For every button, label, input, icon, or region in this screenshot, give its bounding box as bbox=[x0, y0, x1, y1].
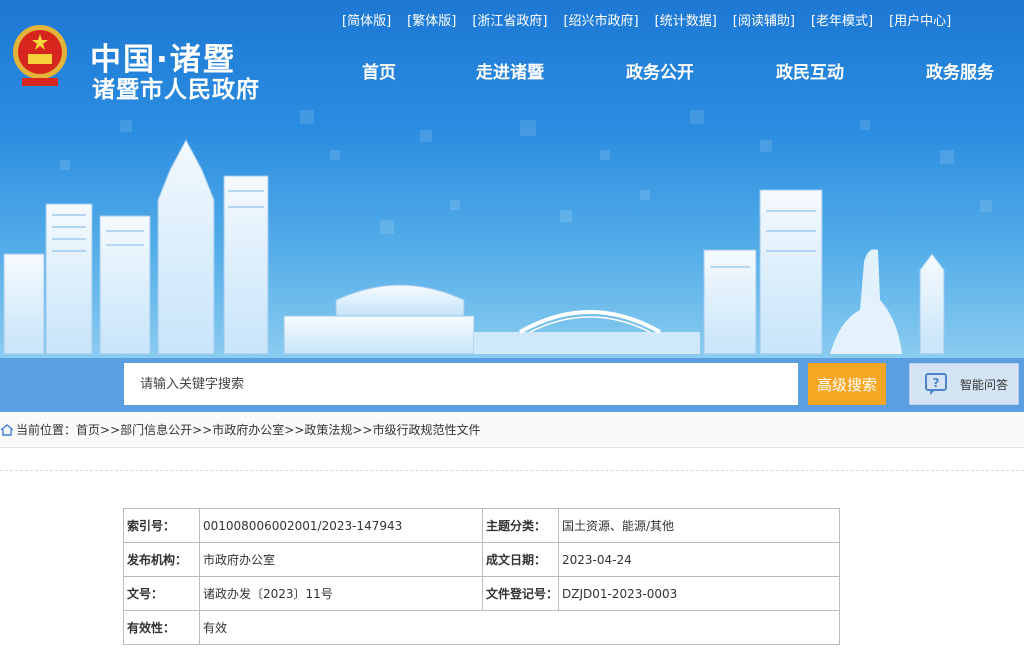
link-user-center[interactable]: [用户中心] bbox=[889, 10, 951, 29]
top-links: [简体版] [繁体版] [浙江省政府] [绍兴市政府] [统计数据] [阅读辅助… bbox=[342, 10, 967, 29]
breadcrumb-gov-office[interactable]: 市政府办公室 bbox=[212, 421, 284, 438]
smart-qa-button[interactable]: ? 智能问答 bbox=[909, 363, 1019, 405]
smart-qa-label: 智能问答 bbox=[960, 377, 1009, 392]
nav-gov-affairs-open[interactable]: 政务公开 bbox=[626, 58, 694, 83]
nav-about-zhuji[interactable]: 走进诸暨 bbox=[476, 58, 544, 83]
breadcrumb-normative-docs[interactable]: 市级行政规范性文件 bbox=[373, 421, 481, 438]
breadcrumb-separator: >> bbox=[352, 422, 373, 437]
header-banner: 中国·诸暨 诸暨市人民政府 [简体版] [繁体版] [浙江省政府] [绍兴市政府… bbox=[0, 0, 1024, 360]
site-logo[interactable]: 中国·诸暨 诸暨市人民政府 bbox=[8, 18, 268, 103]
link-zhejiang-gov[interactable]: [浙江省政府] bbox=[472, 10, 547, 29]
main-nav: 首页 走进诸暨 政务公开 政民互动 政务服务 bbox=[330, 58, 1024, 83]
date-label: 成文日期： bbox=[481, 542, 560, 577]
breadcrumb: 当前位置： 首页 >> 部门信息公开 >> 市政府办公室 >> 政策法规 >> … bbox=[0, 412, 1024, 448]
validity-label: 有效性： bbox=[123, 610, 200, 645]
advanced-search-button[interactable]: 高级搜索 bbox=[808, 363, 886, 405]
chat-question-icon: ? bbox=[925, 373, 947, 395]
document-info-table: 索引号： 001008006002001/2023-147943 主题分类： 国… bbox=[123, 508, 840, 645]
registration-label: 文件登记号： bbox=[481, 576, 560, 611]
publisher-label: 发布机构： bbox=[123, 542, 200, 577]
index-value: 001008006002001/2023-147943 bbox=[199, 508, 483, 543]
link-reading-aid[interactable]: [阅读辅助] bbox=[733, 10, 795, 29]
link-elder-mode[interactable]: [老年模式] bbox=[811, 10, 873, 29]
national-emblem-icon bbox=[13, 25, 67, 86]
table-row: 索引号： 001008006002001/2023-147943 主题分类： 国… bbox=[123, 508, 840, 543]
nav-gov-services[interactable]: 政务服务 bbox=[926, 58, 994, 83]
index-label: 索引号： bbox=[123, 508, 200, 543]
table-row: 文号： 诸政办发〔2023〕11号 文件登记号： DZJD01-2023-000… bbox=[123, 576, 840, 611]
site-subtitle: 诸暨市人民政府 bbox=[92, 77, 260, 103]
link-traditional[interactable]: [繁体版] bbox=[407, 10, 456, 29]
validity-value: 有效 bbox=[199, 610, 840, 645]
link-simplified[interactable]: [简体版] bbox=[342, 10, 391, 29]
nav-interaction[interactable]: 政民互动 bbox=[776, 58, 844, 83]
breadcrumb-policy[interactable]: 政策法规 bbox=[304, 421, 352, 438]
topic-label: 主题分类： bbox=[481, 508, 560, 543]
publisher-value: 市政府办公室 bbox=[199, 542, 483, 577]
breadcrumb-separator: >> bbox=[192, 422, 213, 437]
breadcrumb-prefix: 当前位置： bbox=[16, 423, 77, 437]
page: 中国·诸暨 诸暨市人民政府 [简体版] [繁体版] [浙江省政府] [绍兴市政府… bbox=[0, 0, 1024, 654]
registration-value: DZJD01-2023-0003 bbox=[558, 576, 840, 611]
link-statistics[interactable]: [统计数据] bbox=[655, 10, 717, 29]
date-value: 2023-04-24 bbox=[558, 542, 840, 577]
nav-home[interactable]: 首页 bbox=[362, 58, 396, 83]
docno-label: 文号： bbox=[123, 576, 200, 611]
link-shaoxing-gov[interactable]: [绍兴市政府] bbox=[563, 10, 638, 29]
svg-text:?: ? bbox=[933, 376, 940, 390]
content-divider bbox=[0, 470, 1024, 471]
home-icon bbox=[0, 423, 14, 436]
search-input[interactable] bbox=[124, 363, 798, 405]
breadcrumb-separator: >> bbox=[284, 422, 305, 437]
table-row: 发布机构： 市政府办公室 成文日期： 2023-04-24 bbox=[123, 542, 840, 577]
docno-value: 诸政办发〔2023〕11号 bbox=[199, 576, 483, 611]
breadcrumb-dept-info[interactable]: 部门信息公开 bbox=[120, 421, 192, 438]
breadcrumb-home[interactable]: 首页 bbox=[76, 421, 100, 438]
breadcrumb-separator: >> bbox=[100, 422, 121, 437]
table-row: 有效性： 有效 bbox=[123, 610, 840, 645]
topic-value: 国土资源、能源/其他 bbox=[558, 508, 840, 543]
